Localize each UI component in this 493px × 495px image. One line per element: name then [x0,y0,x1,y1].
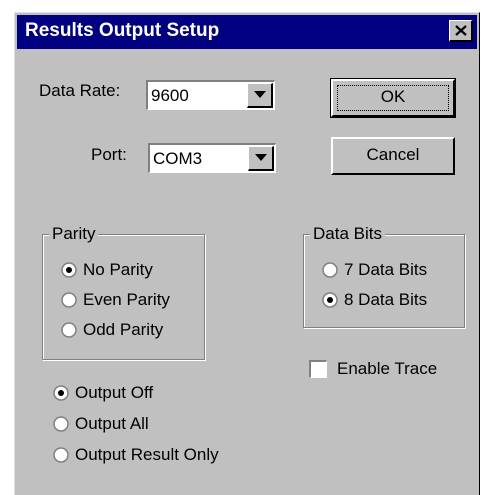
parity-group: Parity No Parity Even Parity Odd Parity [42,224,205,360]
port-value: COM3 [153,149,203,168]
radio-icon [53,416,69,432]
data-bits-legend: Data Bits [310,224,385,244]
ok-button[interactable]: OK [330,78,456,118]
data-rate-select[interactable]: 9600 [146,80,275,110]
port-select[interactable]: COM3 [148,143,276,173]
radio-selected-icon [61,262,77,278]
enable-trace-label: Enable Trace [337,359,438,378]
focus-rect [337,85,449,111]
even-parity-label: Even Parity [83,290,170,309]
chevron-down-icon [254,91,266,98]
close-button[interactable] [449,20,473,42]
odd-parity-label: Odd Parity [83,320,164,339]
port-label: Port: [91,145,127,164]
8-data-bits-label: 8 Data Bits [344,290,428,309]
7-data-bits-label: 7 Data Bits [344,260,428,279]
title-bar[interactable]: Results Output Setup [17,15,477,49]
no-parity-label: No Parity [83,260,153,279]
radio-selected-icon [53,385,69,401]
cancel-button[interactable]: Cancel [331,137,455,175]
checkbox-box [309,360,327,378]
data-rate-dropdown-button[interactable] [247,83,273,108]
output-all-label: Output All [75,414,149,433]
radio-selected-icon [322,292,338,308]
output-result-only-label: Output Result Only [75,445,219,464]
radio-icon [61,292,77,308]
output-off-label: Output Off [75,383,154,402]
data-bits-group: Data Bits 7 Data Bits 8 Data Bits [303,224,465,328]
close-icon [455,25,467,36]
port-dropdown-button[interactable] [248,146,274,171]
results-output-setup-dialog: Results Output Setup Data Rate: 9600 Por… [14,12,480,495]
data-rate-value: 9600 [151,86,189,105]
parity-legend: Parity [49,224,99,244]
radio-icon [53,447,69,463]
radio-icon [322,262,338,278]
window-title: Results Output Setup [25,20,220,41]
chevron-down-icon [255,154,267,161]
data-rate-label: Data Rate: [39,81,121,100]
cancel-button-label: Cancel [366,145,420,164]
radio-icon [61,322,77,338]
